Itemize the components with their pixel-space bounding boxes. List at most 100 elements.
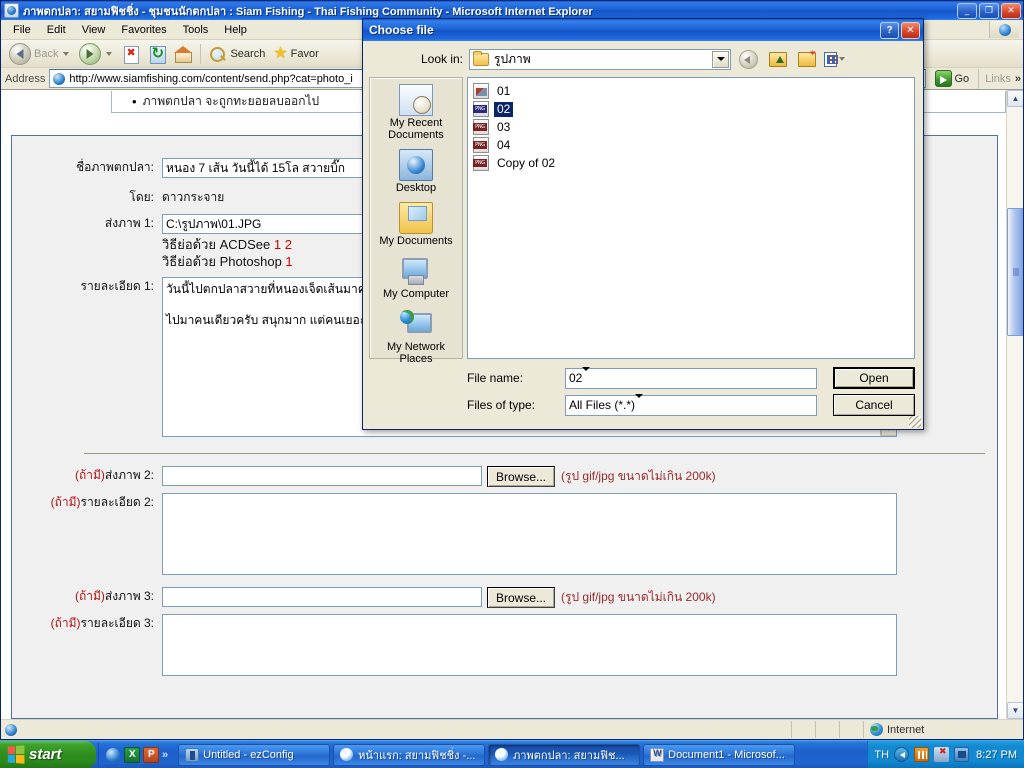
forward-button[interactable] xyxy=(75,41,118,67)
taskbar-button[interactable]: Document1 - Microsof... xyxy=(643,743,796,766)
recent-documents-icon xyxy=(399,84,433,116)
browse-3-button[interactable]: Browse... xyxy=(487,587,556,608)
place-desktop[interactable]: Desktop xyxy=(370,149,462,194)
taskbar-button-label: หน้าแรก: สยามฟิชชิ่ง -... xyxy=(358,749,476,762)
menu-item-help[interactable]: Help xyxy=(216,22,255,38)
go-button[interactable]: Go xyxy=(930,70,975,87)
network-connection-icon[interactable] xyxy=(954,747,970,762)
toolbar-divider xyxy=(200,43,202,64)
files-of-type-combobox[interactable]: All Files (*.*) xyxy=(565,394,817,416)
status-pane-3 xyxy=(839,721,863,738)
file-name-chevron-down-icon[interactable] xyxy=(582,371,590,385)
place-my-documents[interactable]: My Documents xyxy=(370,202,462,247)
favorites-button[interactable]: ★ Favor xyxy=(269,44,322,64)
views-button[interactable] xyxy=(824,48,847,70)
show-hidden-icons-icon[interactable] xyxy=(894,747,910,762)
file-2-size-hint: (รูป gif/jpg ขนาดไม่เกิน 200k) xyxy=(561,469,716,483)
refresh-icon xyxy=(148,44,167,64)
place-my-computer[interactable]: My Computer xyxy=(370,255,462,300)
stop-button[interactable] xyxy=(118,43,144,65)
taskbar-button[interactable]: หน้าแรก: สยามฟิชชิ่ง -... xyxy=(333,743,486,766)
volume-muted-icon[interactable] xyxy=(934,746,950,762)
dialog-back-button[interactable] xyxy=(737,48,760,70)
file-2-input[interactable] xyxy=(162,466,482,486)
file-list[interactable]: 01 PNG 02 PNG 03 PNG 04 PNG Copy of 02 xyxy=(467,77,915,359)
links-chevron-icon[interactable]: » xyxy=(1015,73,1021,85)
taskbar-button[interactable]: Untitled - ezConfig xyxy=(178,743,331,766)
cancel-button[interactable]: Cancel xyxy=(833,394,915,416)
forward-arrow-icon xyxy=(79,42,102,65)
choose-file-dialog: Choose file ? ✕ Look in: รูปภาพ ✶ My Rec… xyxy=(362,18,924,430)
look-in-chevron-down-icon[interactable] xyxy=(712,50,729,68)
open-button[interactable]: Open xyxy=(833,367,915,389)
file-3-input[interactable] xyxy=(162,587,482,607)
refresh-button[interactable] xyxy=(144,43,170,65)
close-button[interactable]: ✕ xyxy=(1001,2,1021,19)
quick-launch-excel-icon[interactable] xyxy=(124,746,140,763)
search-button[interactable]: Search xyxy=(205,43,269,65)
form-row-detail-2: (ถ้ามี)รายละเอียด 2: xyxy=(12,493,997,575)
acdsee-link-2[interactable]: 2 xyxy=(285,237,292,252)
language-indicator[interactable]: TH xyxy=(874,749,889,761)
file-2-label-text: ส่งภาพ 2: xyxy=(104,468,154,482)
menu-item-file[interactable]: File xyxy=(5,22,39,38)
file-list-item[interactable]: PNG 03 xyxy=(470,118,912,136)
links-bar[interactable]: Links » xyxy=(978,68,1021,89)
detail-3-textarea[interactable] xyxy=(162,614,897,676)
network-activity-icon[interactable] xyxy=(914,747,930,762)
up-one-level-button[interactable] xyxy=(766,48,789,70)
back-history-chevron-down-icon[interactable] xyxy=(63,51,70,56)
files-of-type-chevron-down-icon[interactable] xyxy=(635,398,643,412)
dialog-help-button[interactable]: ? xyxy=(880,21,899,39)
png-file-icon: PNG xyxy=(473,101,489,117)
file-list-item[interactable]: PNG 02 xyxy=(470,100,912,118)
security-zone[interactable]: Internet xyxy=(863,721,1023,738)
menu-item-favorites[interactable]: Favorites xyxy=(113,22,174,38)
place-label-line-1: Desktop xyxy=(395,182,437,194)
taskbar-button[interactable]: ภาพตกปลา: สยามฟิช... xyxy=(488,743,641,766)
start-button[interactable]: start xyxy=(0,740,96,768)
detail-2-textarea[interactable] xyxy=(162,493,897,575)
security-zone-label: Internet xyxy=(887,723,925,736)
scrollbar-thumb[interactable] xyxy=(1007,208,1023,336)
views-icon xyxy=(824,51,838,67)
scroll-up-icon[interactable]: ▲ xyxy=(1007,90,1023,107)
menu-item-view[interactable]: View xyxy=(74,22,114,38)
clock[interactable]: 8:27 PM xyxy=(976,749,1017,761)
file-name-row: File name: 02 Open xyxy=(467,367,915,389)
browse-2-button[interactable]: Browse... xyxy=(487,466,556,487)
minimize-button[interactable]: _ xyxy=(957,2,977,19)
file-list-item[interactable]: PNG 04 xyxy=(470,136,912,154)
resize-grip[interactable] xyxy=(909,416,921,428)
scroll-down-icon[interactable]: ▼ xyxy=(1007,702,1023,719)
form-row-file-3: (ถ้ามี)ส่งภาพ 3: Browse... (รูป gif/jpg … xyxy=(12,587,997,608)
photoshop-hint-text: วิธีย่อด้วย Photoshop xyxy=(162,254,282,269)
photoshop-link-1[interactable]: 1 xyxy=(285,254,292,269)
quick-launch-ie-icon[interactable] xyxy=(105,747,121,763)
page-vertical-scrollbar[interactable]: ▲ ▼ xyxy=(1006,90,1023,719)
place-my-recent-documents[interactable]: My Recent Documents xyxy=(370,84,462,141)
back-button[interactable]: Back xyxy=(5,41,75,67)
menu-item-tools[interactable]: Tools xyxy=(175,22,217,38)
restore-button[interactable]: ❐ xyxy=(979,2,999,19)
status-pane-1 xyxy=(791,721,815,738)
search-label: Search xyxy=(230,47,266,60)
acdsee-link-1[interactable]: 1 xyxy=(274,237,281,252)
ie-logo-animation xyxy=(989,21,1019,38)
create-new-folder-button[interactable] xyxy=(795,48,818,70)
png-file-icon: PNG xyxy=(473,137,489,153)
dialog-close-button[interactable]: ✕ xyxy=(901,21,920,39)
file-list-item[interactable]: PNG Copy of 02 xyxy=(470,154,912,172)
ie-icon xyxy=(340,747,354,762)
quick-launch-bar: » xyxy=(98,742,174,767)
views-chevron-down-icon[interactable] xyxy=(839,57,845,61)
file-name-combobox[interactable]: 02 xyxy=(565,367,817,389)
file-list-item[interactable]: 01 xyxy=(470,82,912,100)
quick-launch-powerpoint-icon[interactable] xyxy=(143,746,159,763)
home-button[interactable] xyxy=(170,43,196,65)
place-my-network-places[interactable]: My Network Places xyxy=(370,308,462,365)
look-in-combobox[interactable]: รูปภาพ xyxy=(469,48,731,70)
quick-launch-chevron-icon[interactable]: » xyxy=(162,749,168,761)
menu-item-edit[interactable]: Edit xyxy=(39,22,74,38)
forward-history-chevron-down-icon[interactable] xyxy=(106,51,113,56)
